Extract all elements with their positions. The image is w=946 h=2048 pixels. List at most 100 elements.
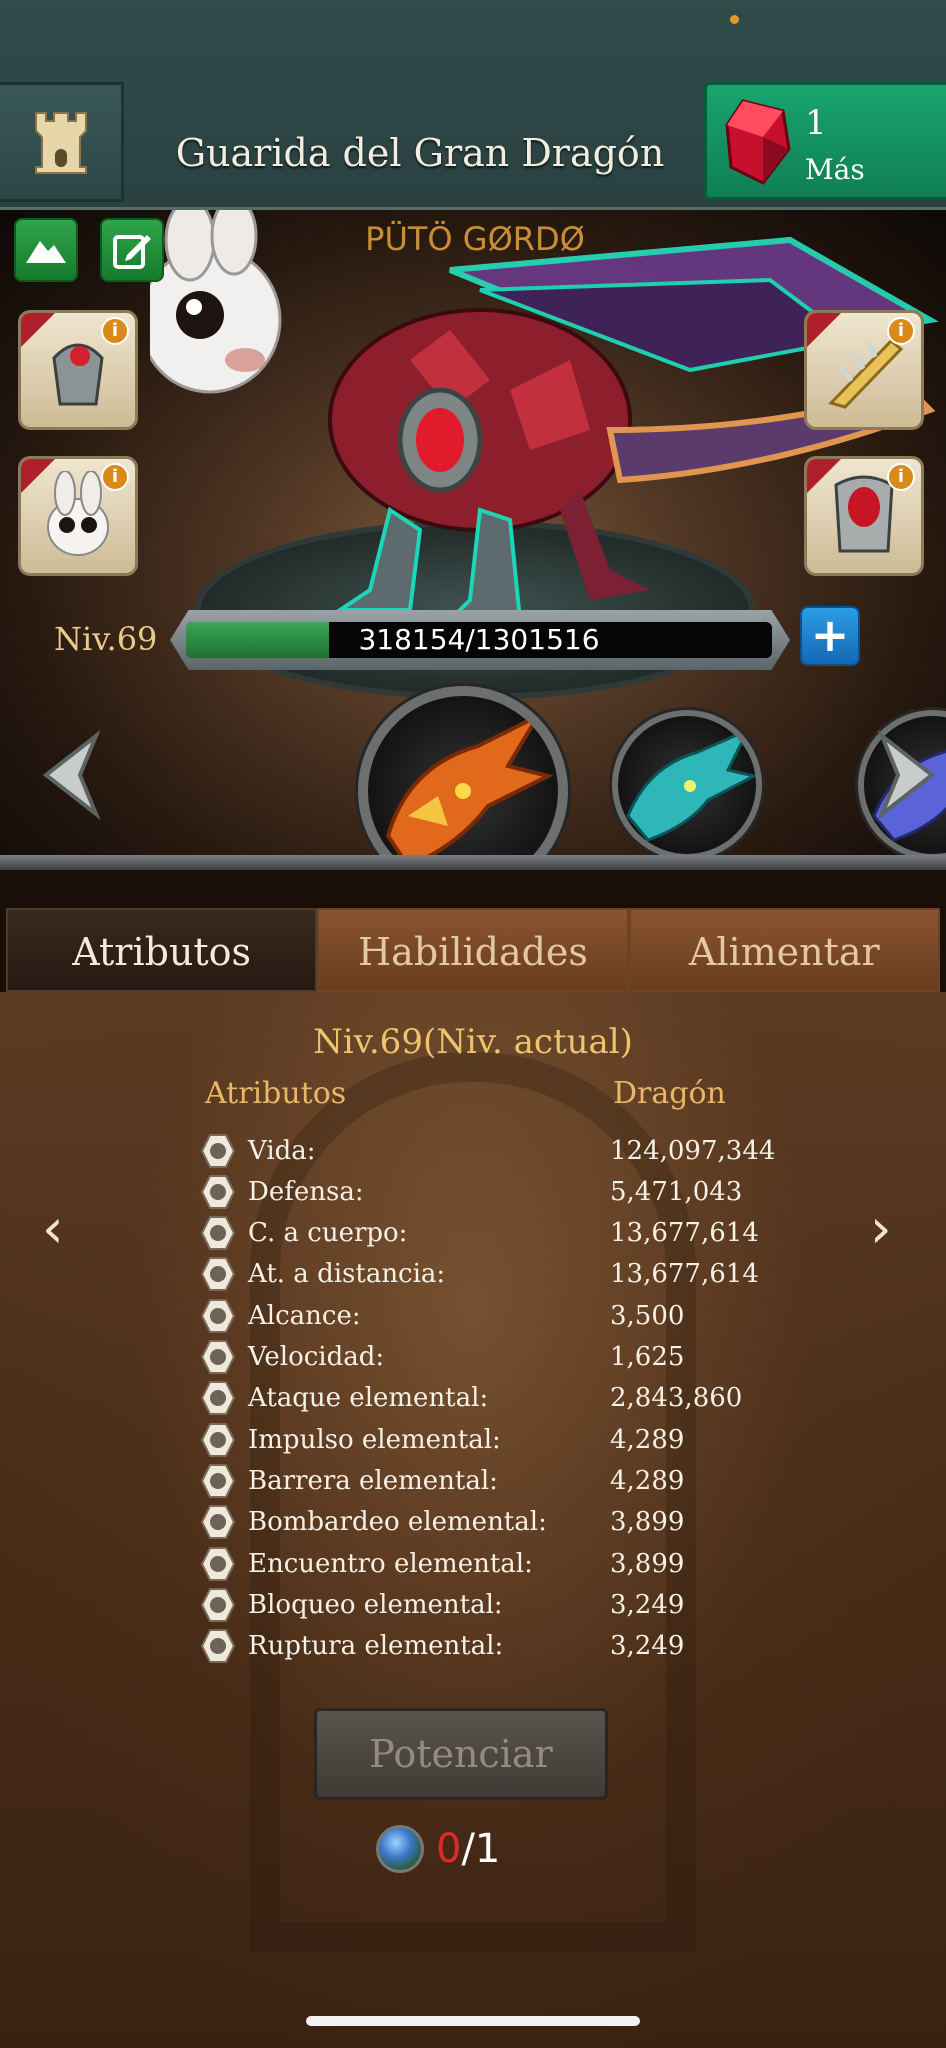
app-root: Guarida del Gran Dragón 1 Más PÜTÖ GØRDØ…	[0, 0, 946, 2048]
orb-icon	[376, 1825, 424, 1873]
info-badge[interactable]: i	[887, 317, 915, 345]
attribute-row: Impulso elemental: 4,289	[200, 1419, 800, 1460]
barrier-icon	[200, 1463, 236, 1499]
slot-flag	[21, 459, 55, 493]
gem-purchase-button[interactable]: 1 Más	[704, 82, 946, 200]
attribute-value: 2,843,860	[610, 1383, 743, 1414]
burst-icon	[200, 1380, 236, 1416]
metal-divider	[0, 855, 946, 870]
tower-icon	[34, 112, 87, 174]
attribute-row: Barrera elemental: 4,289	[200, 1460, 800, 1501]
sword-icon	[200, 1215, 236, 1251]
info-badge[interactable]: i	[101, 463, 129, 491]
tab-atributos[interactable]: Atributos	[6, 908, 318, 992]
attributes-panel: Niv.69(Niv. actual) Atributos Dragón Vid…	[0, 992, 946, 2048]
tab-alimentar[interactable]: Alimentar	[628, 908, 940, 992]
top-header: Guarida del Gran Dragón 1 Más	[0, 0, 946, 210]
next-level-arrow[interactable]: ›	[870, 1197, 892, 1260]
carousel-prev-arrow[interactable]	[36, 730, 106, 820]
slot-flag	[807, 459, 841, 493]
attribute-row: Alcance: 3,500	[200, 1295, 800, 1336]
attribute-row: Bombardeo elemental: 3,899	[200, 1502, 800, 1543]
mountain-icon	[26, 241, 66, 263]
slot-flag	[807, 313, 841, 347]
dragon-level: Niv.69	[54, 620, 158, 658]
rename-button[interactable]	[100, 218, 164, 282]
attribute-label: Vida:	[248, 1135, 316, 1166]
info-badge[interactable]: i	[887, 463, 915, 491]
add-xp-button[interactable]: +	[800, 606, 860, 666]
landscape-button[interactable]	[14, 218, 78, 282]
attribute-value: 13,677,614	[610, 1218, 759, 1249]
edit-icon	[113, 235, 151, 269]
slot-flag	[21, 313, 55, 347]
attribute-label: Impulso elemental:	[248, 1424, 501, 1455]
ice-dragon-icon	[626, 726, 756, 842]
impulse-icon	[200, 1422, 236, 1458]
orb-need: /1	[461, 1826, 501, 1872]
attribute-row: Defensa: 5,471,043	[200, 1171, 800, 1212]
equip-slot-claw[interactable]: i	[804, 310, 924, 430]
status-dot	[730, 15, 739, 24]
attribute-value: 5,471,043	[610, 1176, 743, 1207]
gem-count: 1	[805, 103, 827, 143]
attribute-row: C. a cuerpo: 13,677,614	[200, 1213, 800, 1254]
home-indicator	[306, 2016, 640, 2026]
attribute-row: Ataque elemental: 2,843,860	[200, 1378, 800, 1419]
info-badge[interactable]: i	[101, 317, 129, 345]
attribute-value: 4,289	[610, 1465, 685, 1496]
column-header-attributes: Atributos	[205, 1076, 347, 1111]
target-icon	[200, 1298, 236, 1334]
attribute-value: 124,097,344	[610, 1135, 776, 1166]
bow-icon	[200, 1256, 236, 1292]
attribute-label: Alcance:	[248, 1300, 361, 1331]
attribute-row: Encuentro elemental: 3,899	[200, 1543, 800, 1584]
equip-slot-helm[interactable]: i	[18, 310, 138, 430]
fire-dragon-icon	[385, 711, 554, 869]
tab-bar: Atributos Habilidades Alimentar	[6, 908, 940, 992]
dragon-name: PÜTÖ GØRDØ	[365, 220, 585, 258]
rupture-icon	[200, 1628, 236, 1664]
attribute-label: Barrera elemental:	[248, 1465, 498, 1496]
attribute-label: Ataque elemental:	[248, 1383, 489, 1414]
attribute-value: 3,249	[610, 1589, 685, 1620]
equip-slot-chest[interactable]: i	[804, 456, 924, 576]
attribute-value: 1,625	[610, 1342, 685, 1372]
attribute-row: Bloqueo elemental: 3,249	[200, 1584, 800, 1625]
attribute-row: At. a distancia: 13,677,614	[200, 1254, 800, 1295]
enhance-button[interactable]: Potenciar	[314, 1708, 608, 1800]
attribute-value: 3,500	[610, 1300, 685, 1331]
castle-button[interactable]	[0, 82, 124, 202]
attribute-value: 4,289	[610, 1424, 685, 1455]
attribute-label: At. a distancia:	[248, 1259, 446, 1290]
prev-level-arrow[interactable]: ‹	[42, 1197, 64, 1260]
attribute-value: 3,249	[610, 1631, 685, 1662]
gem-more-label: Más	[805, 153, 865, 186]
attribute-value: 3,899	[610, 1548, 685, 1579]
dragon-thumb-ice[interactable]	[612, 710, 762, 860]
equip-slot-head[interactable]: i	[18, 456, 138, 576]
carousel-next-arrow[interactable]	[872, 730, 942, 820]
fist-icon	[200, 1587, 236, 1623]
heart-icon	[200, 1133, 236, 1169]
tab-habilidades[interactable]: Habilidades	[317, 908, 629, 992]
dragon-thumb-selected[interactable]	[358, 686, 568, 870]
boot-icon	[200, 1339, 236, 1375]
column-header-dragon: Dragón	[613, 1076, 726, 1111]
orb-have: 0	[436, 1826, 462, 1872]
bomb-icon	[200, 1504, 236, 1540]
dragon-scene: PÜTÖ GØRDØ i i i i Niv.69 318154/1301516…	[0, 210, 946, 870]
attribute-label: Defensa:	[248, 1176, 364, 1207]
ruby-gem-icon	[725, 99, 791, 185]
attribute-value: 3,899	[610, 1507, 685, 1538]
attribute-label: C. a cuerpo:	[248, 1218, 408, 1249]
attribute-label: Velocidad:	[248, 1342, 385, 1372]
level-heading: Niv.69(Niv. actual)	[313, 1022, 633, 1062]
page-title: Guarida del Gran Dragón	[175, 131, 665, 175]
shield-icon	[200, 1174, 236, 1210]
attribute-row: Vida: 124,097,344	[200, 1130, 800, 1171]
xp-text: 318154/1301516	[358, 623, 600, 656]
attribute-label: Encuentro elemental:	[248, 1548, 533, 1579]
encounter-icon	[200, 1546, 236, 1582]
attribute-value: 13,677,614	[610, 1259, 759, 1290]
